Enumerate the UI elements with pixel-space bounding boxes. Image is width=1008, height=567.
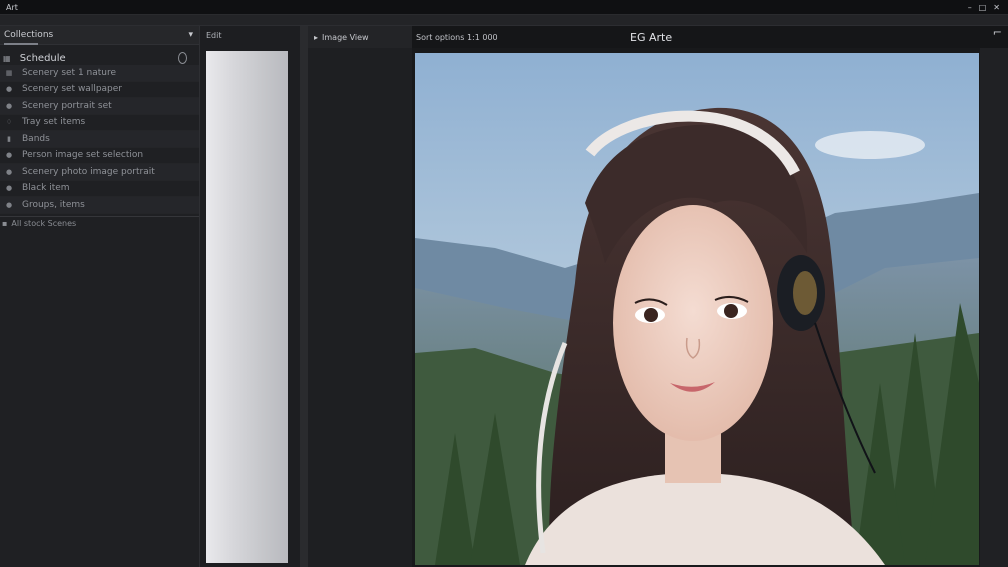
maximize-button[interactable]: □ [979,3,987,12]
toolbar-strip [0,15,1008,26]
portrait-image[interactable] [415,53,979,565]
grid-icon: ▦ [3,53,11,63]
portrait-illustration [415,53,979,565]
image-viewer: ▸ Image View Sort options 1:1 000 EG Art… [308,26,1008,567]
close-button[interactable]: ✕ [993,3,1000,12]
image-title: EG Arte [630,30,673,44]
thumbnail-header: Edit [206,30,222,40]
dot-icon: ● [5,167,13,176]
list-item[interactable]: ▮ Bands [0,131,199,148]
list-item[interactable]: ● Scenery photo image portrait [0,164,199,181]
viewer-tabbar: ▸ Image View Sort options 1:1 000 EG Art… [308,26,1008,48]
dot-icon: ● [5,85,13,94]
dot-icon: ● [5,200,13,209]
list-item[interactable]: ● Groups, items [0,197,199,214]
list-item-label: Scenery portrait set [22,100,112,111]
drop-icon: ♢ [5,118,13,127]
viewer-side-panel [308,48,412,567]
collection-tree: ▦ Schedule ▦ Scenery set 1 nature ● Scener… [0,45,199,230]
play-icon: ▸ [314,32,319,42]
collection-list: ▦ Scenery set 1 nature ● Scenery set wallp… [0,65,199,214]
tree-header[interactable]: ▦ Schedule [0,51,199,65]
app-label: Art [6,2,18,12]
title-bar: Art – □ ✕ [0,0,1008,15]
viewer-toolbar: Sort options 1:1 000 EG Arte ⌐ [412,26,1008,48]
minimize-button[interactable]: – [968,3,972,12]
resize-icon[interactable]: ⌐ [993,26,1002,39]
dot-icon: ● [5,184,13,193]
list-item-label: Scenery set 1 nature [22,67,117,78]
gradient-preview[interactable] [206,51,288,563]
tree-title: Schedule [19,52,66,64]
viewer-scroll-area[interactable] [980,48,1008,567]
panel-divider[interactable] [300,26,308,567]
collections-header-label: Collections [4,30,54,40]
plus-icon: ▪ [2,218,8,228]
list-item-label: Tray set items [22,117,86,128]
list-item-label: Groups, items [22,199,85,210]
chevron-down-icon[interactable]: ▾ [188,30,193,40]
tree-title-wrap: ▦ Schedule [3,53,66,64]
list-item[interactable]: ● Person image set selection [0,148,199,164]
list-item[interactable]: ● Black item [0,181,199,197]
grid-icon: ▦ [5,68,13,77]
tab-image-view-label: Image View [322,32,369,42]
collections-panel: Collections ▾ ▦ Schedule ▦ Scenery set 1 … [0,26,200,567]
list-item[interactable]: ▦ Scenery set 1 nature [0,65,199,82]
list-item-label: Scenery set wallpaper [22,84,122,95]
sort-options[interactable]: Sort options 1:1 000 [412,33,498,42]
dot-icon: ● [5,151,13,160]
egg-icon[interactable] [178,52,187,64]
all-scenes-link[interactable]: ▪ All stock Scenes [0,215,199,230]
tab-image-view[interactable]: ▸ Image View [308,26,412,48]
collections-header[interactable]: Collections ▾ [0,26,199,45]
dot-icon: ● [5,101,13,110]
thumbnail-column: Edit [200,26,300,567]
list-item[interactable]: ● Scenery portrait set [0,98,199,115]
list-item-label: Bands [22,133,50,144]
all-scenes-label: All stock Scenes [11,218,77,228]
window-controls: – □ ✕ [968,3,1008,12]
list-item-label: Black item [22,183,70,194]
list-item-label: Person image set selection [22,150,144,161]
list-item[interactable]: ● Scenery set wallpaper [0,82,199,98]
list-item[interactable]: ♢ Tray set items [0,115,199,131]
bar-icon: ▮ [7,134,11,143]
list-item-label: Scenery photo image portrait [22,166,155,177]
